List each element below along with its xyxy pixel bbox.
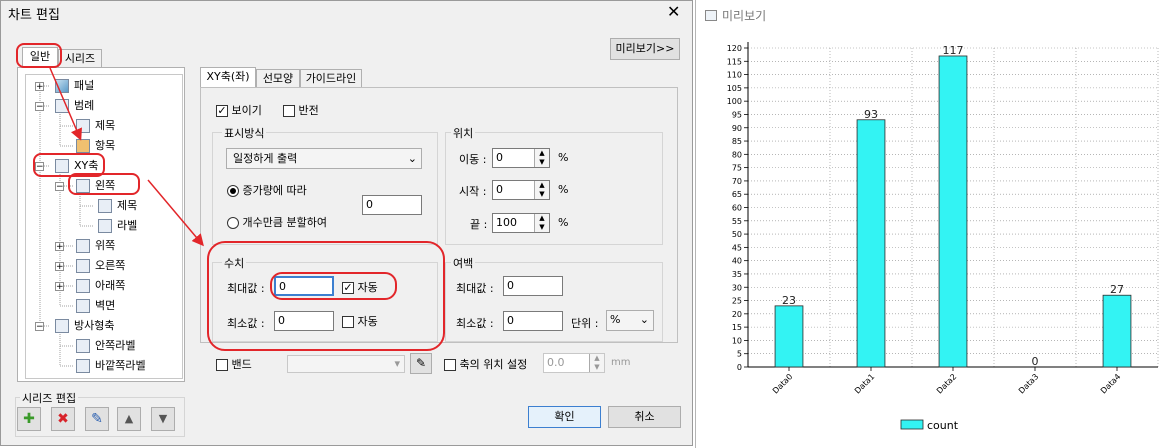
y-tick-label: 60: [732, 204, 742, 213]
y-tick-label: 20: [732, 310, 742, 319]
y-tick-label: 120: [727, 44, 742, 53]
annotation-arrows: [49, 67, 204, 247]
bar-chart: 0 5 10 15 20 25 30 35 40 45 50 55 60 65 70 75 80 85 90 95 10…: [727, 42, 1159, 432]
y-tick-label: 35: [732, 270, 742, 279]
y-tick-label: 25: [732, 297, 742, 306]
y-tick-label: 80: [732, 150, 742, 159]
bar: [774, 305, 804, 368]
data-label: 0: [1032, 355, 1039, 368]
y-tick-label: 85: [732, 137, 742, 146]
y-tick-label: 45: [732, 243, 742, 252]
legend-label: count: [927, 419, 959, 432]
bar: [1102, 294, 1132, 368]
y-tick-label: 110: [727, 71, 742, 80]
y-tick-label: 30: [732, 283, 742, 292]
y-tick-label: 40: [732, 257, 742, 266]
y-tick-label: 15: [732, 323, 742, 332]
y-tick-label: 50: [732, 230, 742, 239]
y-tick-label: 5: [737, 350, 742, 359]
x-tick-label: Data3: [1017, 372, 1040, 395]
data-label: 93: [864, 108, 878, 121]
data-label: 23: [782, 294, 796, 307]
data-label: 27: [1110, 283, 1124, 296]
x-tick-label: Data0: [771, 372, 794, 395]
preview-window-icon: [705, 10, 717, 21]
y-tick-label: 100: [727, 97, 742, 106]
x-tick-label: Data1: [853, 372, 876, 395]
y-tick-label: 95: [732, 110, 742, 119]
x-tick-label: Data4: [1099, 372, 1122, 395]
y-tick-label: 75: [732, 164, 742, 173]
preview-title: 미리보기: [722, 9, 767, 23]
bar: [856, 119, 886, 368]
y-tick-label: 90: [732, 124, 742, 133]
data-label: 117: [943, 44, 964, 57]
y-tick-label: 0: [737, 363, 742, 372]
y-tick-label: 70: [732, 177, 742, 186]
y-tick-label: 55: [732, 217, 742, 226]
y-tick-label: 10: [732, 336, 742, 345]
legend-swatch: [900, 419, 924, 430]
y-tick-label: 65: [732, 190, 742, 199]
x-tick-label: Data2: [935, 372, 958, 395]
bar: [938, 55, 968, 368]
y-tick-label: 105: [727, 84, 742, 93]
y-tick-label: 115: [727, 57, 742, 66]
